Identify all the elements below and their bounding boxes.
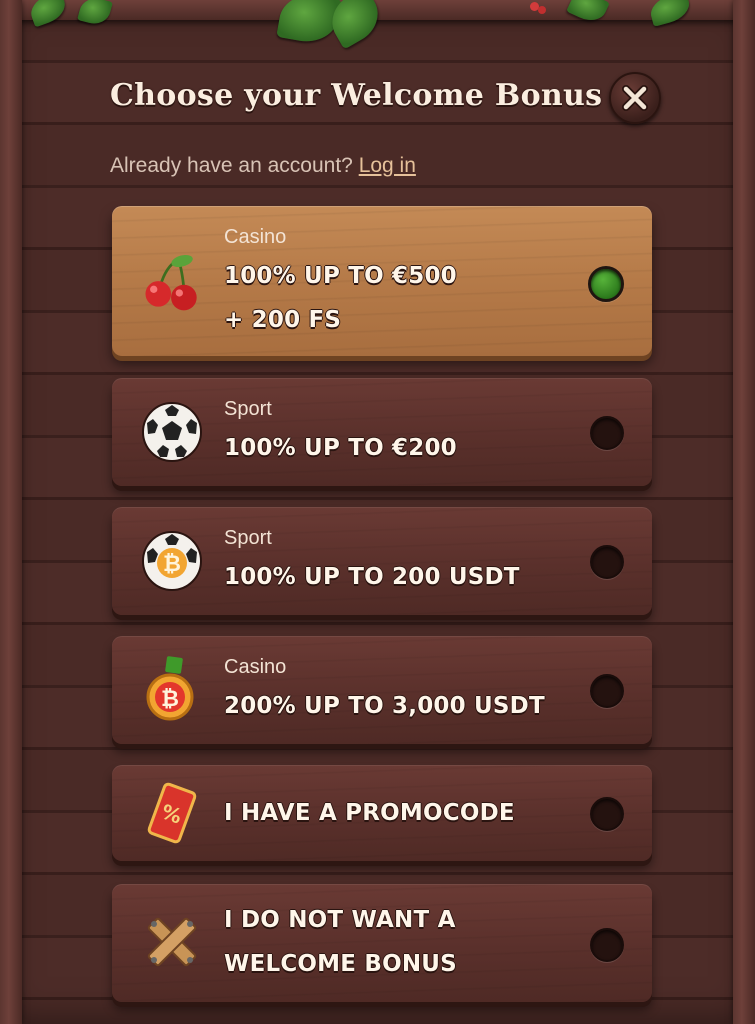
radio-unselected[interactable] xyxy=(590,545,624,579)
right-frame xyxy=(733,0,755,1024)
leaf-icon xyxy=(566,0,610,27)
bonus-option-sport-200[interactable]: Sport 100% UP TO €200 xyxy=(112,378,652,486)
option-line-1: I HAVE A PROMOCODE xyxy=(224,800,515,826)
radio-unselected[interactable] xyxy=(590,928,624,962)
bonus-option-casino-500[interactable]: Casino 100% UP TO €500 + 200 FS xyxy=(112,206,652,356)
bonus-option-no-bonus[interactable]: I DO NOT WANT A WELCOME BONUS xyxy=(112,884,652,1002)
crossed-planks-icon xyxy=(140,910,204,974)
option-category: Casino xyxy=(224,656,287,678)
option-line-2: WELCOME BONUS xyxy=(224,951,457,977)
bitcoin-ball-icon: ₿ xyxy=(140,529,204,593)
option-line-1: 100% UP TO €500 xyxy=(224,263,457,289)
option-line-1: 100% UP TO 200 USDT xyxy=(224,564,520,590)
bonus-option-promocode[interactable]: % I HAVE A PROMOCODE xyxy=(112,765,652,861)
option-category: Sport xyxy=(224,527,272,549)
promo-ticket-icon: % xyxy=(140,781,204,845)
welcome-bonus-modal: Choose your Welcome Bonus Already have a… xyxy=(0,0,755,1024)
svg-text:₿: ₿ xyxy=(163,552,181,577)
option-category: Sport xyxy=(224,398,272,420)
left-frame xyxy=(0,0,22,1024)
bonus-option-casino-usdt[interactable]: ₿ Casino 200% UP TO 3,000 USDT xyxy=(112,636,652,744)
radio-unselected[interactable] xyxy=(590,416,624,450)
leaf-icon xyxy=(77,0,113,28)
option-line-1: 200% UP TO 3,000 USDT xyxy=(224,693,545,719)
option-line-2: + 200 FS xyxy=(224,307,342,333)
login-link[interactable]: Log in xyxy=(359,154,416,177)
option-line-1: 100% UP TO €200 xyxy=(224,435,457,461)
close-button[interactable] xyxy=(609,72,661,124)
bitcoin-medal-icon: ₿ xyxy=(140,656,204,721)
login-prompt: Already have an account? Log in xyxy=(110,154,416,178)
option-line-1: I DO NOT WANT A xyxy=(224,907,456,933)
cherries-icon xyxy=(140,250,204,314)
login-prompt-text: Already have an account? xyxy=(110,154,353,177)
modal-title: Choose your Welcome Bonus xyxy=(110,78,603,113)
soccer-ball-icon xyxy=(140,400,204,464)
option-category: Casino xyxy=(224,226,287,248)
radio-unselected[interactable] xyxy=(590,797,624,831)
radio-selected[interactable] xyxy=(588,266,624,302)
radio-unselected[interactable] xyxy=(590,674,624,708)
close-icon xyxy=(622,85,648,111)
svg-text:₿: ₿ xyxy=(161,687,179,712)
berry-icon xyxy=(538,6,546,14)
bonus-option-sport-usdt[interactable]: ₿ Sport 100% UP TO 200 USDT xyxy=(112,507,652,615)
